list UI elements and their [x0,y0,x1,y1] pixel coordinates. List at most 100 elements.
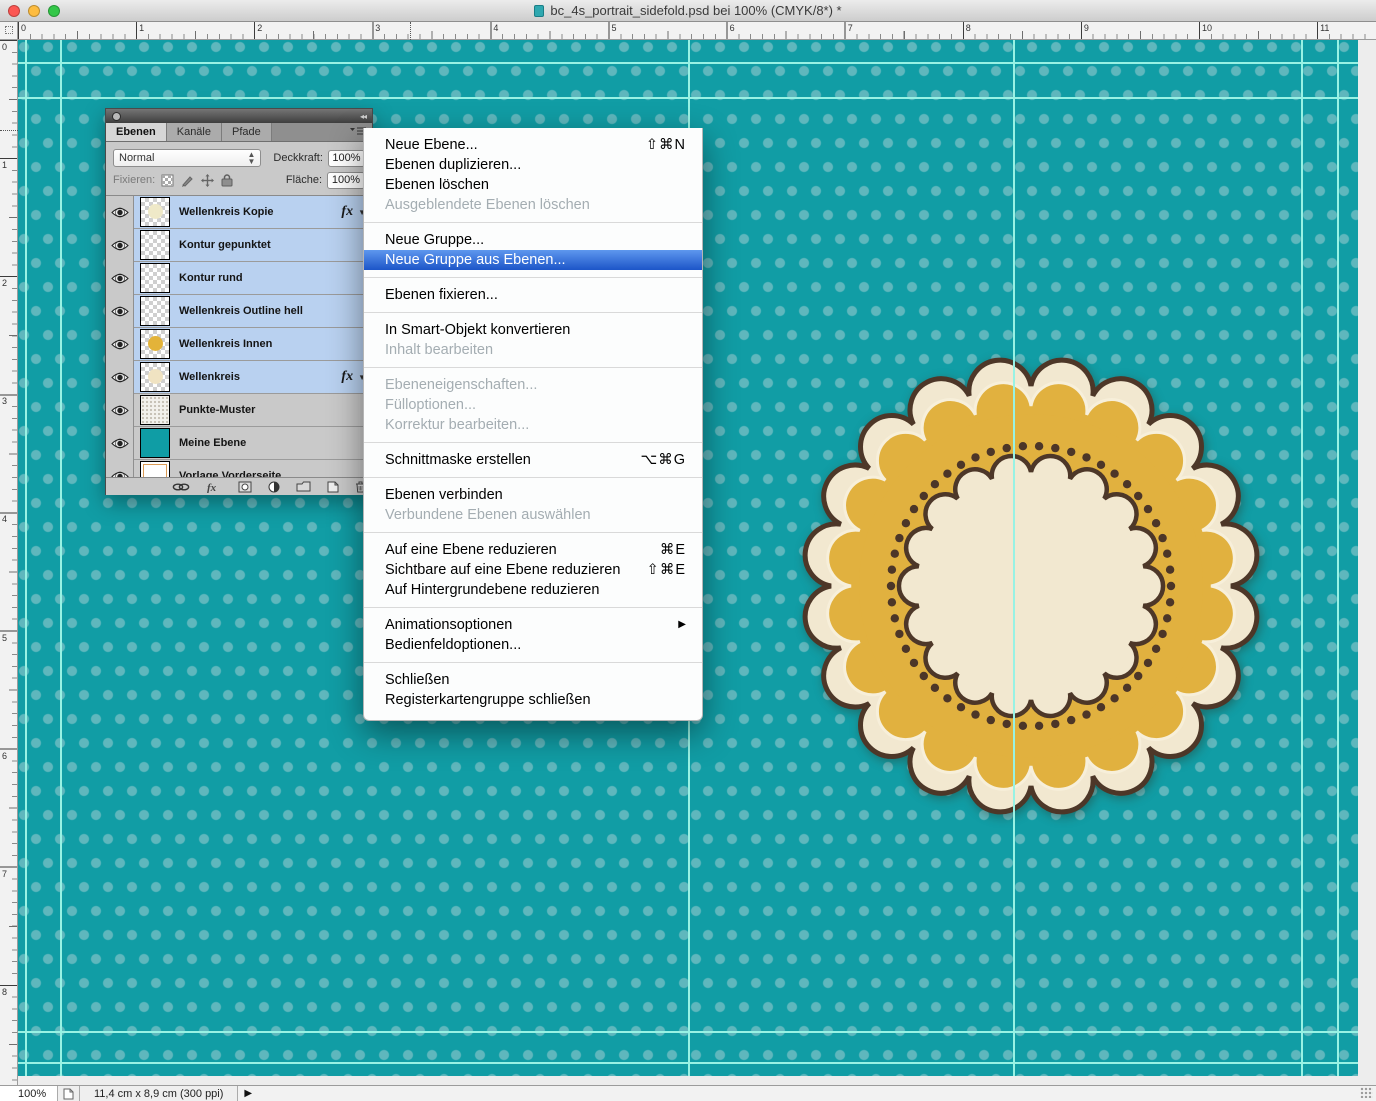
layer-thumbnail[interactable] [140,329,170,359]
layer-visibility-toggle[interactable] [106,262,134,295]
badge-dotted-ring-dot [1152,519,1160,527]
tab-kanäle[interactable]: Kanäle [167,123,222,141]
menu-item-label: Auf eine Ebene reduzieren [385,540,557,560]
menu-item-label: Neue Gruppe... [385,230,484,250]
layer-row[interactable]: Wellenkreis Innen [106,328,372,361]
layer-thumbnail[interactable] [140,197,170,227]
menu-item-label: Ebenen duplizieren... [385,155,521,175]
minimize-window-button[interactable] [28,5,40,17]
layer-visibility-toggle[interactable] [106,196,134,229]
guide-line-horizontal[interactable] [18,97,1358,99]
menu-item[interactable]: Ebenen löschen [364,175,702,195]
ruler-number: 8 [2,987,7,997]
panel-close-button[interactable] [112,112,121,121]
menu-item[interactable]: Neue Ebene...⇧⌘N [364,135,702,155]
menu-section: Neue Ebene...⇧⌘NEbenen duplizieren...Ebe… [364,128,702,223]
ruler-number: 3 [2,396,7,406]
layer-thumbnail[interactable] [140,395,170,425]
ruler-number: 4 [2,514,7,524]
menu-item[interactable]: Bedienfeldoptionen... [364,635,702,655]
document-dimensions[interactable]: 11,4 cm x 8,9 cm (300 ppi) [80,1086,238,1101]
tab-ebenen[interactable]: Ebenen [106,123,167,141]
guide-line-vertical[interactable] [1013,40,1015,1076]
layer-row[interactable]: Wellenkreisfx▼ [106,361,372,394]
layer-thumbnail[interactable] [140,362,170,392]
lock-position-icon[interactable] [201,174,214,187]
layer-visibility-toggle[interactable] [106,328,134,361]
lock-all-icon[interactable] [221,174,233,187]
lock-pixels-icon[interactable] [181,174,194,187]
guide-line-vertical[interactable] [1337,40,1339,1076]
document-preview-icon[interactable] [58,1086,80,1101]
layer-thumbnail[interactable] [140,428,170,458]
layer-visibility-toggle[interactable] [106,295,134,328]
window-resize-grip[interactable] [1360,1087,1373,1098]
menu-item-label: In Smart-Objekt konvertieren [385,320,570,340]
menu-item[interactable]: Auf Hintergrundebene reduzieren [364,580,702,600]
layer-thumbnail[interactable] [140,263,170,293]
ruler-origin-corner[interactable] [0,22,18,40]
layer-visibility-toggle[interactable] [106,361,134,394]
tab-pfade[interactable]: Pfade [222,123,272,141]
zoom-window-button[interactable] [48,5,60,17]
panel-collapse-icon[interactable]: ◂◂ [360,112,366,121]
badge-dotted-ring-dot [1110,470,1118,478]
vertical-ruler[interactable]: 012345678 [0,40,18,1085]
guide-line-horizontal[interactable] [18,62,1358,64]
menu-item[interactable]: Auf eine Ebene reduzieren⌘E [364,540,702,560]
guide-line-vertical[interactable] [60,40,62,1076]
menu-item[interactable]: Schließen [364,670,702,690]
layer-row[interactable]: Wellenkreis Outline hell [106,295,372,328]
menu-item[interactable]: Ebenen fixieren... [364,285,702,305]
layer-row[interactable]: Wellenkreis Kopiefx▼ [106,196,372,229]
adjustment-layer-icon[interactable] [268,481,280,493]
badge-inner-scallop-label [899,456,1163,716]
layer-visibility-toggle[interactable] [106,427,134,460]
menu-item[interactable]: Animationsoptionen▶ [364,615,702,635]
menu-item[interactable]: Neue Gruppe... [364,230,702,250]
guide-line-vertical[interactable] [1301,40,1303,1076]
menu-item[interactable]: Ebenen duplizieren... [364,155,702,175]
menu-item[interactable]: Registerkartengruppe schließen [364,690,702,710]
menu-item[interactable]: In Smart-Objekt konvertieren [364,320,702,340]
layer-thumbnail[interactable] [140,296,170,326]
layer-row[interactable]: Meine Ebene [106,427,372,460]
link-layers-icon[interactable] [172,482,190,492]
layer-thumbnail[interactable] [140,230,170,260]
layer-row[interactable]: Kontur rund [106,262,372,295]
badge-dotted-ring-dot [987,716,995,724]
window-titlebar[interactable]: bc_4s_portrait_sidefold.psd bei 100% (CM… [0,0,1376,22]
blend-mode-select[interactable]: Normal ▲▼ [113,149,261,167]
layer-row[interactable]: Kontur gepunktet [106,229,372,262]
layer-row[interactable]: Punkte-Muster [106,394,372,427]
guide-line-vertical[interactable] [25,40,27,1076]
lock-transparency-icon[interactable] [161,174,174,187]
menu-item-label: Verbundene Ebenen auswählen [385,505,591,525]
add-layer-mask-icon[interactable] [238,481,252,493]
layer-visibility-toggle[interactable] [106,394,134,427]
menu-item-label: Ebenen fixieren... [385,285,498,305]
fill-value-field[interactable]: 100% [327,172,365,189]
zoom-level-field[interactable]: 100% [0,1086,58,1101]
guide-line-horizontal[interactable] [18,1031,1358,1033]
status-options-arrow[interactable]: ▶ [238,1088,258,1099]
add-layer-style-icon[interactable]: fx [206,481,222,493]
badge-dotted-ring-dot [1123,684,1131,692]
layer-thumbnail[interactable] [140,461,170,477]
layer-visibility-toggle[interactable] [106,460,134,478]
panel-drag-bar[interactable]: ◂◂ [106,109,372,123]
close-window-button[interactable] [8,5,20,17]
menu-item[interactable]: Schnittmaske erstellen⌥⌘G [364,450,702,470]
new-group-icon[interactable] [296,481,311,492]
opacity-value-field[interactable]: 100% [328,150,365,167]
layer-visibility-toggle[interactable] [106,229,134,262]
horizontal-ruler[interactable]: 01234567891011 [18,22,1376,40]
menu-item[interactable]: Sichtbare auf eine Ebene reduzieren⇧⌘E [364,560,702,580]
guide-line-horizontal[interactable] [18,1062,1358,1064]
layer-row[interactable]: Vorlage Vorderseite [106,460,372,477]
new-layer-icon[interactable] [327,481,339,493]
menu-item-label: Ausgeblendete Ebenen löschen [385,195,590,215]
layer-name: Wellenkreis [179,371,240,383]
menu-item[interactable]: Ebenen verbinden [364,485,702,505]
menu-item[interactable]: Neue Gruppe aus Ebenen... [364,250,702,270]
